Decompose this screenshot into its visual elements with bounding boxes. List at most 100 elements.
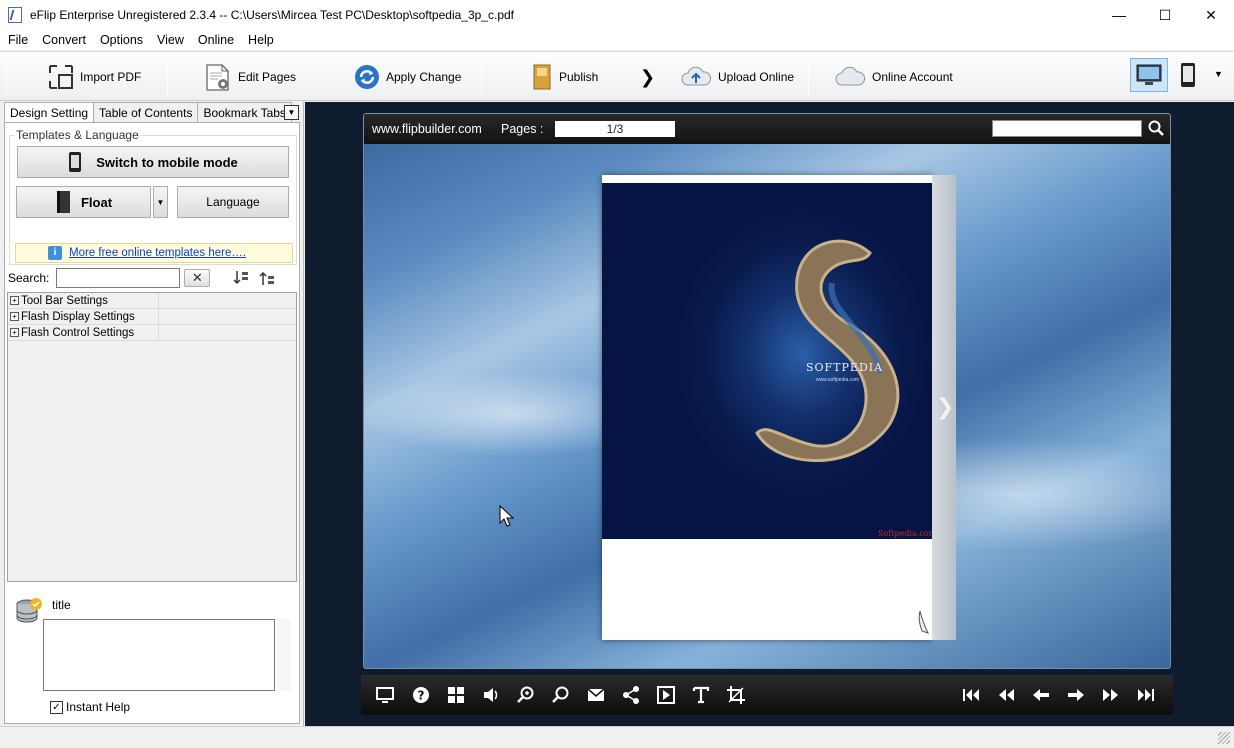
menu-convert[interactable]: Convert <box>35 30 93 50</box>
desktop-mode-button[interactable] <box>1130 58 1168 92</box>
switch-mobile-label: Switch to mobile mode <box>96 154 238 170</box>
tree-row[interactable]: + Flash Display Settings <box>8 309 296 325</box>
tree-item-label: Flash Display Settings <box>21 310 135 323</box>
apply-change-button[interactable]: Apply Change <box>354 60 461 94</box>
sort-up-icon[interactable] <box>258 269 276 287</box>
language-button[interactable]: Language <box>177 186 289 218</box>
instant-help-checkbox[interactable]: ✓ Instant Help <box>50 700 130 714</box>
online-account-button[interactable]: Online Account <box>834 60 953 94</box>
tab-dropdown-button[interactable]: ▼ <box>284 105 299 120</box>
help-area: title ✓ Instant Help <box>7 588 297 718</box>
panel-tabs: Design Setting Table of Contents Bookmar… <box>4 102 292 123</box>
help-icon[interactable]: ? <box>411 685 431 705</box>
tree-item-label: Flash Control Settings <box>21 326 135 339</box>
tab-design-setting[interactable]: Design Setting <box>4 102 95 123</box>
page-number-input[interactable]: 1/3 <box>555 121 675 137</box>
clear-search-button[interactable]: ✕ <box>184 269 211 287</box>
more-templates-link[interactable]: More free online templates here…. <box>69 247 246 259</box>
phone-icon <box>1181 63 1195 87</box>
share-icon[interactable] <box>621 685 641 705</box>
upload-online-label: Upload Online <box>718 70 795 84</box>
help-title: title <box>52 598 71 612</box>
book-icon <box>56 191 70 213</box>
help-text-box <box>43 619 275 691</box>
tab-table-of-contents[interactable]: Table of Contents <box>93 102 199 122</box>
publish-label: Publish <box>559 70 599 84</box>
tab-bookmark-tabs[interactable]: Bookmark Tabs <box>197 102 292 122</box>
sort-down-icon[interactable] <box>232 269 250 287</box>
cloud-upload-icon <box>681 66 711 86</box>
crop-icon[interactable] <box>726 685 746 705</box>
cover-url: www.softpedia.com <box>816 377 860 383</box>
search-input[interactable] <box>56 268 181 288</box>
previous-page-double-icon[interactable] <box>996 685 1016 705</box>
last-page-icon[interactable] <box>1136 685 1156 705</box>
menu-view[interactable]: View <box>150 30 191 50</box>
next-page-icon[interactable] <box>1066 685 1086 705</box>
import-pdf-button[interactable]: Import PDF <box>48 60 141 94</box>
site-url[interactable]: www.flipbuilder.com <box>372 122 482 136</box>
text-icon[interactable] <box>691 685 711 705</box>
menu-options[interactable]: Options <box>93 30 150 50</box>
toolbar: Import PDF Edit Pages Apply Change Publi… <box>0 51 1234 101</box>
book-page[interactable]: SOFTPEDIA www.softpedia.com Softpedia.co… <box>602 175 936 640</box>
upload-online-button[interactable]: Upload Online <box>680 60 794 94</box>
menu-online[interactable]: Online <box>191 30 241 50</box>
import-pdf-icon <box>49 65 73 89</box>
first-page-icon[interactable] <box>961 685 981 705</box>
database-icon <box>16 598 42 623</box>
search-row: Search: ✕ <box>8 266 276 290</box>
import-pdf-label: Import PDF <box>80 70 142 84</box>
mouse-cursor-icon <box>499 505 515 527</box>
resize-grip-icon[interactable] <box>1218 732 1230 744</box>
checkbox-checked-icon: ✓ <box>50 700 63 714</box>
window-title: eFlip Enterprise Unregistered 2.3.4 -- C… <box>30 8 514 22</box>
expand-icon[interactable]: + <box>10 328 19 337</box>
menu-help[interactable]: Help <box>241 30 281 50</box>
zoom-in-icon[interactable] <box>516 685 536 705</box>
switch-mobile-button[interactable]: Switch to mobile mode <box>17 146 289 178</box>
thumbnails-screen-icon[interactable] <box>375 685 395 705</box>
maximize-button[interactable]: ☐ <box>1142 0 1188 30</box>
svg-text:?: ? <box>418 689 425 703</box>
edit-pages-button[interactable]: Edit Pages <box>204 60 296 94</box>
sound-icon[interactable] <box>481 685 501 705</box>
templates-legend: Templates & Language <box>14 128 141 142</box>
expand-icon[interactable]: + <box>10 296 19 305</box>
expand-icon[interactable]: + <box>10 312 19 321</box>
menu-bar: File Convert Options View Online Help <box>0 30 1234 50</box>
publish-arrow-icon: ❯ <box>640 66 656 87</box>
toolbar-separator <box>6 58 7 96</box>
next-page-double-icon[interactable] <box>1101 685 1121 705</box>
float-template-button[interactable]: Float <box>16 186 151 218</box>
previous-page-icon[interactable] <box>1031 685 1051 705</box>
info-icon: i <box>48 246 62 260</box>
search-icon[interactable] <box>1148 120 1164 136</box>
toolbar-more-dropdown[interactable]: ▼ <box>1214 69 1223 79</box>
email-icon[interactable] <box>586 685 606 705</box>
title-bar: eFlip Enterprise Unregistered 2.3.4 -- C… <box>0 0 1234 30</box>
menu-file[interactable]: File <box>1 30 35 50</box>
help-scrollbar[interactable] <box>277 619 291 691</box>
app-icon <box>8 7 22 23</box>
minimize-button[interactable]: — <box>1096 0 1142 30</box>
float-label: Float <box>80 194 113 210</box>
viewer-top-bar: www.flipbuilder.com Pages : 1/3 <box>364 114 1170 144</box>
tree-row[interactable]: + Flash Control Settings <box>8 325 296 341</box>
publish-button[interactable]: Publish <box>531 60 598 94</box>
autoplay-icon[interactable] <box>656 685 676 705</box>
search-icon[interactable] <box>551 685 571 705</box>
cover-footer: Softpedia.com <box>878 529 937 538</box>
float-dropdown-button[interactable]: ▼ <box>153 186 168 218</box>
grid-icon[interactable] <box>446 685 466 705</box>
tree-row[interactable]: + Tool Bar Settings <box>8 293 296 309</box>
flipbook-preview: www.flipbuilder.com Pages : 1/3 SOFTPEDI… <box>305 102 1234 726</box>
next-page-arrow-icon[interactable]: ❯ <box>936 394 954 420</box>
viewer-search-input[interactable] <box>992 120 1142 137</box>
mobile-mode-button[interactable] <box>1180 62 1200 90</box>
close-button[interactable]: ✕ <box>1188 0 1234 30</box>
page-curl-hand-icon[interactable] <box>916 609 930 635</box>
settings-tree: + Tool Bar Settings + Flash Display Settin… <box>7 292 297 582</box>
refresh-icon <box>355 65 379 89</box>
instant-help-label: Instant Help <box>66 700 131 714</box>
